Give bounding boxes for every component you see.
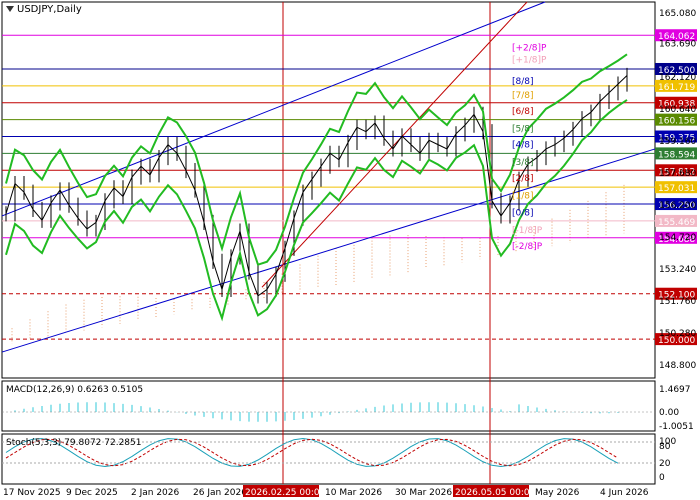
price-scale-label: 156.200 <box>659 201 696 211</box>
macd-scale-label: -1.0051 <box>659 422 694 432</box>
x-axis-label: 9 Dec 2025 <box>66 488 118 498</box>
symbol-label: USDJPY <box>17 4 54 15</box>
macd-scale-label: 0.00 <box>659 408 679 418</box>
murrey-label: [+2/8]P <box>512 43 547 53</box>
price-scale-label: 151.760 <box>659 297 696 307</box>
x-axis-label: May 2026 <box>535 488 580 498</box>
price-scale-label: 160.640 <box>659 105 696 115</box>
x-axis-label: 30 Mar 2026 <box>395 488 452 498</box>
stoch-scale-label: 80 <box>659 442 671 452</box>
level-price-label: 155.469 <box>658 218 695 228</box>
x-axis-label: 2 Jan 2026 <box>131 488 179 498</box>
level-price-label: 160.156 <box>658 117 695 127</box>
murrey-label: [0/8] <box>512 209 534 219</box>
channel-upper-line <box>1 1 546 217</box>
price-scale-label: 157.680 <box>659 169 696 179</box>
price-scale-label: 154.720 <box>659 233 696 243</box>
murrey-label: [5/8] <box>512 124 534 134</box>
chart-title: USDJPY,Daily <box>6 4 82 15</box>
level-price-label: 157.031 <box>658 184 695 194</box>
macd-scale-label: 1.4697 <box>659 385 691 395</box>
level-price-label: 161.719 <box>658 83 695 93</box>
price-scale-label: 153.240 <box>659 265 696 275</box>
murrey-label: [7/8] <box>512 91 534 101</box>
murrey-label: [+1/8]P <box>512 55 547 65</box>
stoch-scale-label: 20 <box>659 459 671 469</box>
murrey-label: [-1/8]P <box>512 226 543 236</box>
x-axis-label: 2026.02.25 00:00 <box>245 488 326 498</box>
price-scale-label: 163.690 <box>659 39 696 49</box>
x-axis-label: 26 Jan 2026 <box>193 488 247 498</box>
x-axis-label: 2026.05.05 00:00 <box>455 488 536 498</box>
price-scale-label: 148.800 <box>659 361 696 371</box>
band-lower <box>5 99 628 322</box>
stoch-label: Stoch(5,3,3) 79.8072 72.2851 <box>6 438 142 448</box>
price-scale-label: 165.080 <box>659 9 696 19</box>
murrey-label: [-2/8]P <box>512 242 543 252</box>
stoch-scale-label: 0 <box>659 473 665 483</box>
x-axis-label: 17 Nov 2025 <box>3 488 61 498</box>
x-axis-label: 10 Mar 2026 <box>325 488 382 498</box>
price-scale-label: 159.160 <box>659 137 696 147</box>
price-scale-label: 150.280 <box>659 329 696 339</box>
murrey-label: [4/8] <box>512 141 534 151</box>
murrey-label: [3/8] <box>512 158 534 168</box>
collapse-triangle-icon[interactable] <box>6 6 14 12</box>
murrey-label: [2/8] <box>512 174 534 184</box>
x-axis-label: 4 Jun 2026 <box>600 488 649 498</box>
price-scale-label: 162.120 <box>659 73 696 83</box>
level-price-label: 158.594 <box>658 150 695 160</box>
channel-lower-line <box>1 148 656 353</box>
murrey-label: [6/8] <box>512 107 534 117</box>
timeframe-label: Daily <box>56 4 82 15</box>
murrey-label: [1/8] <box>512 191 534 201</box>
murrey-label: [8/8] <box>512 77 534 87</box>
chart-canvas: 164.062162.500161.719160.938160.156159.3… <box>1 1 697 498</box>
macd-label: MACD(12,26,9) 0.6263 0.5105 <box>6 385 144 395</box>
